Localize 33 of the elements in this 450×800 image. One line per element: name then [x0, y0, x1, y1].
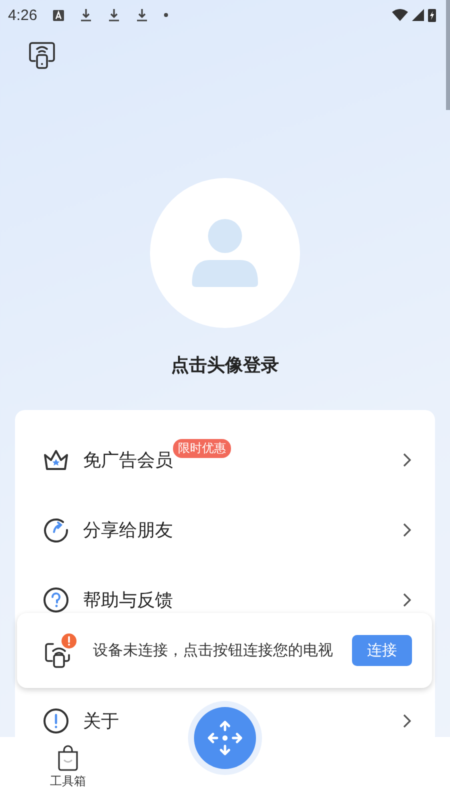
- wifi-icon: [392, 9, 408, 21]
- shopping-bag-icon: [56, 745, 80, 771]
- battery-icon: [428, 8, 436, 22]
- chevron-icon: [403, 523, 411, 537]
- connect-message: 设备未连接，点击按钮连接您的电视: [93, 640, 334, 661]
- crown-icon: [43, 448, 69, 472]
- chevron-icon: [403, 453, 411, 467]
- signal-icon: [412, 9, 424, 21]
- chevron-icon: [403, 593, 411, 607]
- tv-cast-alert-icon: [43, 632, 79, 668]
- menu-label: 分享给朋友: [83, 519, 173, 542]
- share-icon: [43, 517, 69, 543]
- promo-badge: 限时优惠: [173, 439, 231, 458]
- remote-control-button[interactable]: [187, 700, 263, 776]
- cast-icon[interactable]: [27, 40, 57, 70]
- download-icon: [108, 8, 120, 22]
- menu-item[interactable]: 帮助与反馈: [15, 580, 403, 620]
- app-notification-icon: [53, 9, 64, 21]
- download-icon: [136, 8, 148, 22]
- status-time: 4:26: [8, 6, 38, 24]
- nav-tab[interactable]: 工具箱: [50, 737, 86, 800]
- login-prompt[interactable]: 点击头像登录: [171, 353, 279, 377]
- menu-item[interactable]: 关于: [15, 706, 119, 736]
- info-icon: [43, 708, 69, 734]
- menu-label: 帮助与反馈: [83, 589, 173, 612]
- menu-item[interactable]: 免广告会员 限时优惠: [15, 440, 403, 480]
- download-icon: [80, 8, 92, 22]
- menu-label: 关于: [83, 710, 119, 733]
- chevron-icon: [403, 714, 411, 728]
- menu-item[interactable]: 分享给朋友: [15, 510, 403, 550]
- menu-label: 免广告会员: [83, 449, 173, 472]
- dot-icon: [164, 13, 168, 17]
- help-icon: [43, 587, 69, 613]
